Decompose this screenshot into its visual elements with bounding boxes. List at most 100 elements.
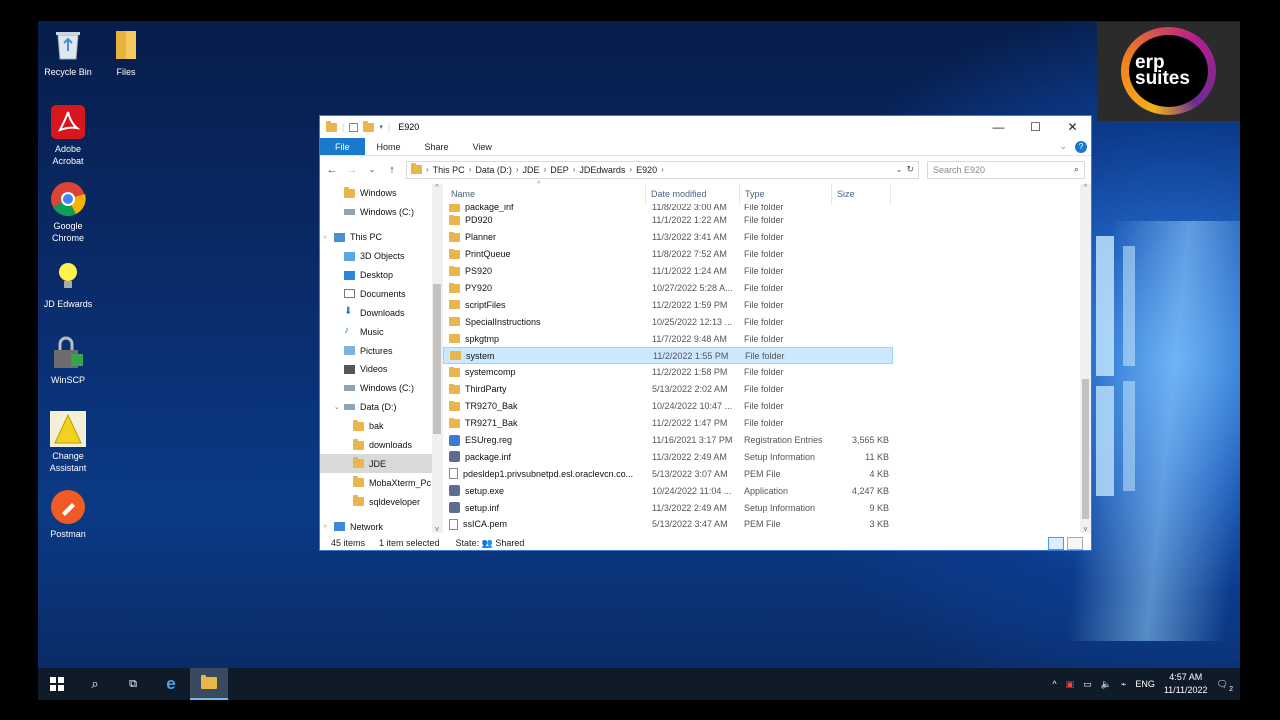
help-icon[interactable]: ? <box>1075 140 1087 153</box>
file-row[interactable]: setup.inf 11/3/2022 2:49 AM Setup Informat… <box>443 499 893 516</box>
column-header-size[interactable]: Size <box>832 184 891 204</box>
scrollbar-thumb[interactable] <box>433 284 441 434</box>
file-row[interactable]: PS920 11/1/2022 1:24 AM File folder <box>443 263 893 280</box>
details-view-button[interactable] <box>1048 536 1064 550</box>
breadcrumb-separator[interactable]: › <box>516 165 519 174</box>
breadcrumb-separator[interactable]: › <box>661 165 664 174</box>
network-warning-icon[interactable]: ▣ <box>1066 679 1075 690</box>
nav-item[interactable]: › This PC <box>320 228 442 247</box>
breadcrumb-separator[interactable]: › <box>573 165 576 174</box>
search-input[interactable]: Search E920 ⌕ <box>927 160 1085 179</box>
forward-button[interactable]: → <box>346 164 358 176</box>
file-row[interactable]: ssICA.pem 5/13/2022 3:47 AM PEM File 3 KB <box>443 516 893 533</box>
task-view-button[interactable]: ⧉ <box>114 668 152 700</box>
large-icons-view-button[interactable] <box>1067 536 1083 550</box>
breadcrumb-jdedwards[interactable]: JDEdwards <box>579 165 625 175</box>
breadcrumb-e920[interactable]: E920 <box>636 165 657 175</box>
file-row[interactable]: package.inf 11/3/2022 2:49 AM Setup Inform… <box>443 448 893 465</box>
scroll-down-arrow[interactable]: v <box>1080 526 1091 533</box>
nav-item[interactable]: ⬇ Downloads <box>320 303 442 322</box>
nav-item[interactable]: 3D Objects <box>320 247 442 266</box>
nav-item[interactable]: Desktop <box>320 266 442 285</box>
input-language[interactable]: ENG <box>1135 679 1155 689</box>
scroll-up-arrow[interactable]: ^ <box>432 184 442 191</box>
file-row[interactable]: system 11/2/2022 1:55 PM File folder <box>443 347 893 365</box>
nav-item[interactable]: Videos <box>320 360 442 379</box>
breadcrumb-separator[interactable]: › <box>469 165 472 174</box>
desktop-icon-adobe-acrobat[interactable]: Adobe Acrobat <box>38 104 99 167</box>
volume-icon[interactable]: 🔈 <box>1101 679 1112 690</box>
expand-arrow-icon[interactable]: › <box>324 234 326 241</box>
desktop-icon-recycle-bin[interactable]: Recycle Bin <box>38 27 99 78</box>
nav-item[interactable]: downloads <box>320 436 442 455</box>
expand-arrow-icon[interactable]: ⌄ <box>334 403 340 411</box>
file-row[interactable]: spkgtmp 11/7/2022 9:48 AM File folder <box>443 330 893 347</box>
show-hidden-icons-button[interactable]: ^ <box>1052 679 1056 689</box>
nav-item[interactable]: Pictures <box>320 341 442 360</box>
desktop-icon-jd-edwards[interactable]: JD Edwards <box>38 259 99 310</box>
expand-ribbon-icon[interactable]: ⌄ <box>1059 141 1067 152</box>
breadcrumb-jde[interactable]: JDE <box>523 165 540 175</box>
desktop-icon-files[interactable]: Files <box>95 27 157 78</box>
clock[interactable]: 4:57 AM 11/11/2022 <box>1164 671 1208 697</box>
maximize-button[interactable]: ☐ <box>1017 120 1054 134</box>
column-header-type[interactable]: Type <box>740 184 832 204</box>
file-row[interactable]: PrintQueue 11/8/2022 7:52 AM File folder <box>443 246 893 263</box>
start-button[interactable] <box>38 668 76 700</box>
nav-item[interactable]: sqldeveloper <box>320 492 442 511</box>
navigation-scrollbar[interactable]: ^ v <box>432 184 442 533</box>
file-row[interactable]: Planner 11/3/2022 3:41 AM File folder <box>443 229 893 246</box>
nav-item[interactable]: › Network <box>320 517 442 533</box>
nav-item[interactable]: Documents <box>320 284 442 303</box>
desktop-icon-google-chrome[interactable]: Google Chrome <box>38 181 99 244</box>
new-folder-icon[interactable] <box>363 120 375 132</box>
scroll-down-arrow[interactable]: v <box>432 526 442 533</box>
nav-item[interactable]: ⌄ Data (D:) <box>320 398 442 417</box>
nav-item[interactable]: ♪ Music <box>320 322 442 341</box>
nav-item[interactable]: bak <box>320 417 442 436</box>
breadcrumb-separator[interactable]: › <box>426 165 429 174</box>
refresh-icon[interactable]: ↻ <box>906 164 914 175</box>
tab-share[interactable]: Share <box>413 138 461 155</box>
customize-toolbar-icon[interactable]: ▾ <box>379 123 383 131</box>
file-row[interactable]: SpecialInstructions 10/25/2022 12:13 ... F… <box>443 313 893 330</box>
desktop-icon-winscp[interactable]: WinSCP <box>38 335 99 386</box>
file-row[interactable]: ESUreg.reg 11/16/2021 3:17 PM Registration… <box>443 432 893 449</box>
up-button[interactable]: ↑ <box>386 164 398 176</box>
recent-locations-button[interactable]: ⌄ <box>366 165 378 174</box>
file-row[interactable]: systemcomp 11/2/2022 1:58 PM File folder <box>443 364 893 381</box>
file-row[interactable]: TR9271_Bak 11/2/2022 1:47 PM File folder <box>443 415 893 432</box>
expand-arrow-icon[interactable]: › <box>324 523 326 530</box>
nav-item[interactable]: Windows <box>320 184 442 203</box>
file-row[interactable]: package_inf 11/8/2022 3:00 AM File folder <box>443 204 893 212</box>
column-header-date[interactable]: Date modified <box>646 184 740 204</box>
scroll-up-arrow[interactable]: ^ <box>1080 184 1091 191</box>
minimize-button[interactable]: — <box>980 120 1017 134</box>
nav-item[interactable]: Windows (C:) <box>320 379 442 398</box>
address-dropdown-icon[interactable]: ⌄ <box>896 165 903 174</box>
back-button[interactable]: ← <box>326 164 338 176</box>
file-row[interactable]: TR9270_Bak 10/24/2022 10:47 ... File folde… <box>443 398 893 415</box>
properties-icon[interactable] <box>349 122 359 132</box>
search-button[interactable]: ⌕ <box>76 668 114 700</box>
breadcrumb-this-pc[interactable]: This PC <box>433 165 465 175</box>
breadcrumb-separator[interactable]: › <box>629 165 632 174</box>
breadcrumb-separator[interactable]: › <box>544 165 547 174</box>
internet-explorer-button[interactable]: e <box>152 668 190 700</box>
file-explorer-taskbar-button[interactable] <box>190 668 228 700</box>
file-list-scrollbar[interactable]: ^ v <box>1080 184 1091 533</box>
desktop-icon-postman[interactable]: Postman <box>38 489 99 540</box>
file-row[interactable]: PD920 11/1/2022 1:22 AM File folder <box>443 212 893 229</box>
tab-home[interactable]: Home <box>365 138 413 155</box>
nav-item[interactable]: Windows (C:) <box>320 203 442 222</box>
scrollbar-thumb[interactable] <box>1082 379 1089 519</box>
desktop-icon-change-assistant[interactable]: Change Assistant <box>38 411 99 474</box>
breadcrumb-dep[interactable]: DEP <box>550 165 569 175</box>
address-bar[interactable]: › This PC › Data (D:) › JDE › DEP › JDEd… <box>406 160 919 179</box>
breadcrumb-data-d[interactable]: Data (D:) <box>475 165 512 175</box>
tab-file[interactable]: File <box>320 138 365 155</box>
file-row[interactable]: ThirdParty 5/13/2022 2:02 AM File folder <box>443 381 893 398</box>
tab-view[interactable]: View <box>461 138 504 155</box>
column-header-name[interactable]: Name ^ <box>443 181 646 204</box>
file-row[interactable]: scriptFiles 11/2/2022 1:59 PM File folder <box>443 296 893 313</box>
